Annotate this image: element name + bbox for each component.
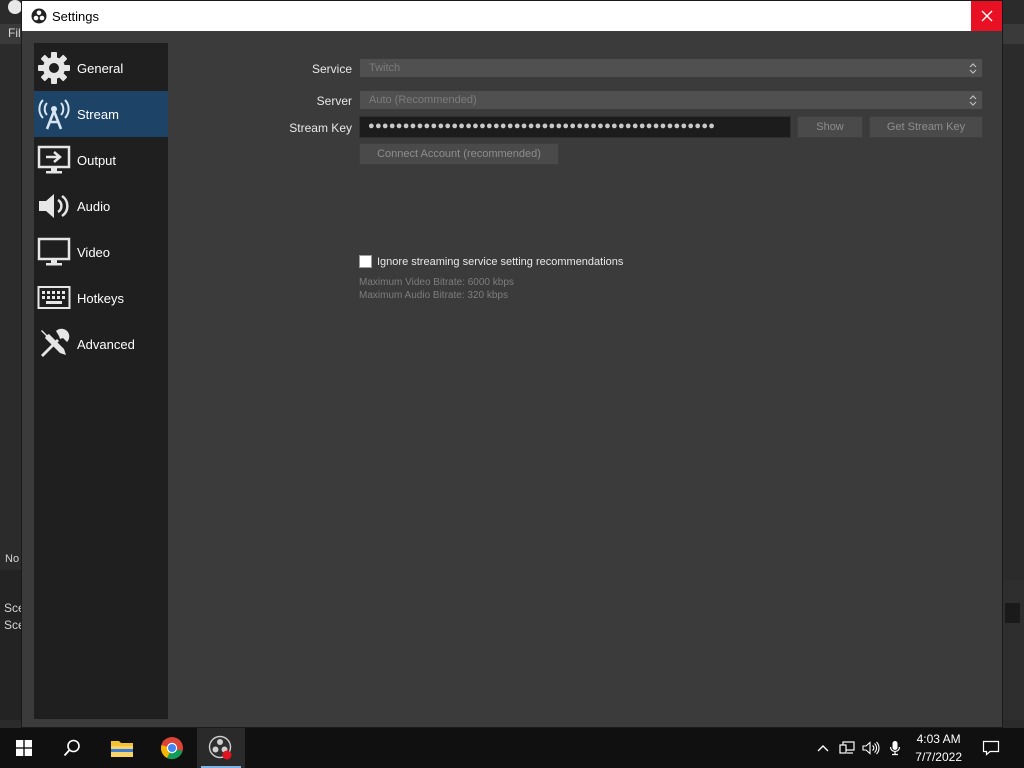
sidebar-item-label: General bbox=[77, 60, 124, 76]
keyboard-icon bbox=[36, 280, 72, 316]
antenna-icon bbox=[36, 96, 72, 132]
output-monitor-icon bbox=[36, 142, 72, 178]
max-video-bitrate-text: Maximum Video Bitrate: 6000 kbps bbox=[359, 277, 514, 288]
clock-time: 4:03 AM bbox=[916, 732, 961, 746]
tools-icon bbox=[36, 326, 72, 362]
sidebar-item-audio[interactable]: Audio bbox=[34, 183, 168, 229]
file-explorer-icon bbox=[111, 741, 133, 757]
volume-icon bbox=[862, 741, 880, 755]
speaker-icon bbox=[36, 188, 72, 224]
chrome-icon bbox=[161, 737, 183, 760]
server-value: Auto (Recommended) bbox=[369, 94, 477, 106]
show-hidden-icons-button[interactable] bbox=[812, 728, 834, 768]
sidebar-item-general[interactable]: General bbox=[34, 45, 168, 91]
search-icon bbox=[63, 739, 80, 757]
stream-key-input[interactable]: ●●●●●●●●●●●●●●●●●●●●●●●●●●●●●●●●●●●●●●●●… bbox=[359, 116, 791, 138]
microphone-icon bbox=[889, 741, 901, 756]
sidebar-item-label: Audio bbox=[77, 198, 111, 214]
sidebar-item-stream[interactable]: Stream bbox=[34, 91, 168, 137]
ignore-recommendations-checkbox[interactable] bbox=[359, 255, 372, 268]
service-dropdown[interactable]: Twitch bbox=[359, 58, 983, 78]
sidebar-item-label: Stream bbox=[77, 106, 119, 122]
server-label: Server bbox=[316, 94, 352, 108]
sidebar-item-label: Output bbox=[77, 152, 117, 168]
menu-file-fragment: Fil bbox=[8, 26, 21, 40]
sidebar-item-label: Advanced bbox=[77, 336, 135, 352]
search-button[interactable] bbox=[48, 728, 96, 768]
gear-icon bbox=[36, 50, 72, 86]
show-key-button[interactable]: Show bbox=[797, 116, 863, 138]
connect-account-button[interactable]: Connect Account (recommended) bbox=[359, 143, 559, 165]
settings-dialog: Settings General Stream Output Audio Vid… bbox=[21, 0, 1003, 728]
title-bar: Settings bbox=[22, 1, 1002, 31]
right-panel-scroll bbox=[1005, 603, 1020, 623]
settings-sidebar: General Stream Output Audio Video Hotkey… bbox=[34, 43, 168, 719]
obs-main-icon bbox=[8, 0, 22, 14]
server-dropdown[interactable]: Auto (Recommended) bbox=[359, 90, 983, 110]
stream-key-label: Stream Key bbox=[289, 121, 352, 135]
scene-panel-background bbox=[0, 570, 21, 720]
status-fragment: No bbox=[5, 553, 20, 565]
dialog-title: Settings bbox=[52, 9, 99, 24]
max-audio-bitrate-text: Maximum Audio Bitrate: 320 kbps bbox=[359, 290, 508, 301]
chevron-updown-icon bbox=[969, 95, 977, 106]
sidebar-item-label: Hotkeys bbox=[77, 290, 124, 306]
notification-icon bbox=[982, 740, 1000, 756]
sidebar-item-video[interactable]: Video bbox=[34, 229, 168, 275]
ignore-recommendations-label[interactable]: Ignore streaming service setting recomme… bbox=[377, 256, 623, 268]
file-explorer-button[interactable] bbox=[98, 728, 146, 768]
get-stream-key-button[interactable]: Get Stream Key bbox=[869, 116, 983, 138]
chevron-updown-icon bbox=[969, 63, 977, 74]
sidebar-item-hotkeys[interactable]: Hotkeys bbox=[34, 275, 168, 321]
service-label: Service bbox=[311, 62, 352, 76]
network-button[interactable] bbox=[836, 728, 858, 768]
clock-date: 7/7/2022 bbox=[915, 750, 962, 764]
sidebar-item-label: Video bbox=[77, 244, 111, 260]
start-button[interactable] bbox=[0, 728, 48, 768]
sidebar-item-output[interactable]: Output bbox=[34, 137, 168, 183]
windows-taskbar: 4:03 AM 7/7/2022 bbox=[0, 728, 1024, 768]
close-button[interactable] bbox=[971, 1, 1002, 31]
chrome-button[interactable] bbox=[148, 728, 196, 768]
network-icon bbox=[839, 741, 855, 754]
microphone-button[interactable] bbox=[884, 728, 906, 768]
obs-icon bbox=[208, 735, 232, 760]
right-panel-background bbox=[1003, 580, 1024, 720]
action-center-button[interactable] bbox=[978, 728, 1004, 768]
windows-start-icon bbox=[16, 740, 32, 756]
sidebar-item-advanced[interactable]: Advanced bbox=[34, 321, 168, 367]
obs-icon bbox=[31, 8, 47, 24]
close-icon bbox=[981, 10, 992, 22]
chevron-up-icon bbox=[817, 745, 829, 752]
volume-button[interactable] bbox=[860, 728, 882, 768]
system-clock[interactable]: 4:03 AM 7/7/2022 bbox=[915, 730, 962, 766]
service-value: Twitch bbox=[369, 62, 401, 74]
monitor-icon bbox=[36, 234, 72, 270]
obs-taskbar-button[interactable] bbox=[197, 728, 245, 768]
